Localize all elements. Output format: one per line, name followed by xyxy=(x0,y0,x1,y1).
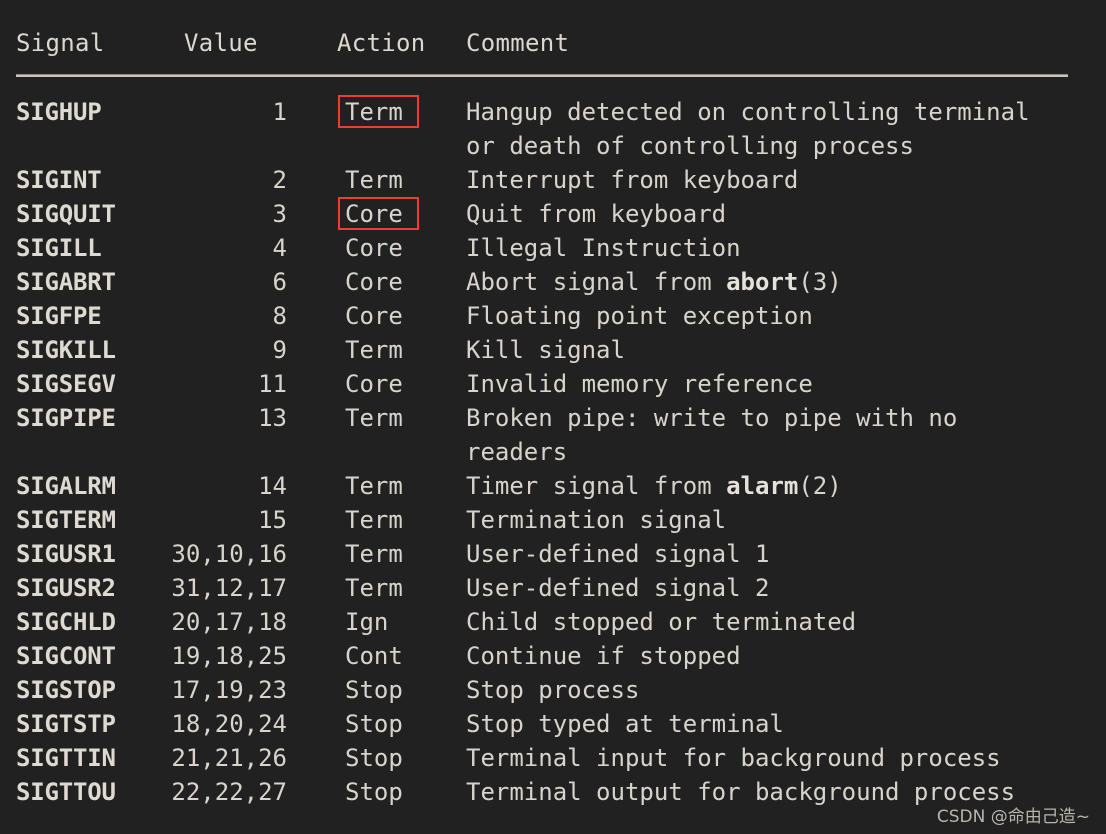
cell-comment: Terminal input for background process xyxy=(466,744,1001,772)
table-row: SIGTTOU 22,22,27 Stop Terminal output for b… xyxy=(0,775,1106,809)
cell-action: Term xyxy=(345,540,403,568)
table-row: SIGUSR1 30,10,16 Term User-defined signal 1 xyxy=(0,537,1106,571)
cell-action: Core xyxy=(345,200,403,228)
cell-action: Stop xyxy=(345,778,403,806)
table-row: SIGSEGV 11 Core Invalid memory reference xyxy=(0,367,1106,401)
table-row: SIGINT 2 Term Interrupt from keyboard xyxy=(0,163,1106,197)
table-row-continuation: readers xyxy=(0,435,1106,469)
cell-action: Stop xyxy=(345,710,403,738)
cell-comment: User-defined signal 1 xyxy=(466,540,770,568)
table-row: SIGABRT 6 Core Abort signal from abort(3) xyxy=(0,265,1106,299)
cell-comment: Termination signal xyxy=(466,506,727,534)
cell-value: 2 xyxy=(272,166,287,194)
cell-comment: Hangup detected on controlling terminal xyxy=(466,98,1030,126)
signal-table-page: Signal Value Action Comment SIGHUP 1 Term H… xyxy=(0,0,1106,834)
table-row: SIGCONT 19,18,25 Cont Continue if stopped xyxy=(0,639,1106,673)
cell-comment: Floating point exception xyxy=(466,302,813,330)
cell-value: 6 xyxy=(272,268,287,296)
table-row: SIGHUP 1 Term Hangup detected on controllin… xyxy=(0,95,1106,129)
cell-comment: Kill signal xyxy=(466,336,625,364)
table-body: SIGHUP 1 Term Hangup detected on controllin… xyxy=(0,95,1106,809)
table-row: SIGTERM 15 Term Termination signal xyxy=(0,503,1106,537)
cell-comment: Abort signal from abort(3) xyxy=(466,268,842,296)
cell-action: Term xyxy=(345,506,403,534)
cell-value: 15 xyxy=(258,506,287,534)
cell-action: Term xyxy=(345,472,403,500)
cell-action: Core xyxy=(345,370,403,398)
cell-comment: Continue if stopped xyxy=(466,642,741,670)
cell-value: 9 xyxy=(272,336,287,364)
cell-comment: Stop typed at terminal xyxy=(466,710,784,738)
cell-value: 1 xyxy=(272,98,287,126)
watermark: CSDN @命由己造~ xyxy=(936,807,1090,827)
cell-value: 20,17,18 xyxy=(171,608,287,636)
cell-action: Core xyxy=(345,234,403,262)
cell-action: Term xyxy=(345,166,403,194)
cell-action: Cont xyxy=(345,642,403,670)
cell-action: Term xyxy=(345,574,403,602)
table-row: SIGSTOP 17,19,23 Stop Stop process xyxy=(0,673,1106,707)
cell-action: Term xyxy=(345,336,403,364)
cell-value: 18,20,24 xyxy=(171,710,287,738)
cell-value: 30,10,16 xyxy=(171,540,287,568)
cell-comment-continued: or death of controlling process xyxy=(466,132,914,160)
cell-comment: Interrupt from keyboard xyxy=(466,166,799,194)
cell-comment: Terminal output for background process xyxy=(466,778,1016,806)
cell-comment: Stop process xyxy=(466,676,640,704)
cell-value: 8 xyxy=(272,302,287,330)
table-row: SIGILL 4 Core Illegal Instruction xyxy=(0,231,1106,265)
cell-action: Ign xyxy=(345,608,389,636)
column-header-action: Action xyxy=(337,29,426,57)
column-header-value: Value xyxy=(184,29,258,57)
table-row: SIGPIPE 13 Term Broken pipe: write to pipe … xyxy=(0,401,1106,435)
cell-value: 4 xyxy=(272,234,287,262)
cell-action: Core xyxy=(345,302,403,330)
column-header-comment: Comment xyxy=(466,29,570,57)
column-header-signal: Signal xyxy=(16,29,105,57)
cell-comment: Illegal Instruction xyxy=(466,234,741,262)
cell-value: 31,12,17 xyxy=(171,574,287,602)
cell-action: Stop xyxy=(345,676,403,704)
cell-comment: Quit from keyboard xyxy=(466,200,727,228)
cell-value: 13 xyxy=(258,404,287,432)
table-row: SIGKILL 9 Term Kill signal xyxy=(0,333,1106,367)
cell-value: 14 xyxy=(258,472,287,500)
table-row: SIGCHLD 20,17,18 Ign Child stopped or termi… xyxy=(0,605,1106,639)
cell-comment-continued: readers xyxy=(466,438,568,466)
cell-comment: Invalid memory reference xyxy=(466,370,813,398)
table-row: SIGTTIN 21,21,26 Stop Terminal input for ba… xyxy=(0,741,1106,775)
cell-value: 17,19,23 xyxy=(171,676,287,704)
cell-value: 22,22,27 xyxy=(171,778,287,806)
cell-action: Stop xyxy=(345,744,403,772)
table-row: SIGUSR2 31,12,17 Term User-defined signal 2 xyxy=(0,571,1106,605)
table-row: SIGQUIT 3 Core Quit from keyboard xyxy=(0,197,1106,231)
cell-comment: User-defined signal 2 xyxy=(466,574,770,602)
table-header: Signal Value Action Comment xyxy=(0,26,1106,64)
header-divider xyxy=(16,74,1068,77)
cell-action: Core xyxy=(345,268,403,296)
table-row-continuation: or death of controlling process xyxy=(0,129,1106,163)
cell-comment: Timer signal from alarm(2) xyxy=(466,472,842,500)
cell-action: Term xyxy=(345,404,403,432)
table-row: SIGFPE 8 Core Floating point exception xyxy=(0,299,1106,333)
cell-comment: Child stopped or terminated xyxy=(466,608,857,636)
cell-action: Term xyxy=(345,98,403,126)
cell-value: 11 xyxy=(258,370,287,398)
cell-comment: Broken pipe: write to pipe with no xyxy=(466,404,958,432)
table-row: SIGTSTP 18,20,24 Stop Stop typed at termina… xyxy=(0,707,1106,741)
table-row: SIGALRM 14 Term Timer signal from alarm(2) xyxy=(0,469,1106,503)
cell-value: 3 xyxy=(272,200,287,228)
cell-value: 21,21,26 xyxy=(171,744,287,772)
cell-value: 19,18,25 xyxy=(171,642,287,670)
